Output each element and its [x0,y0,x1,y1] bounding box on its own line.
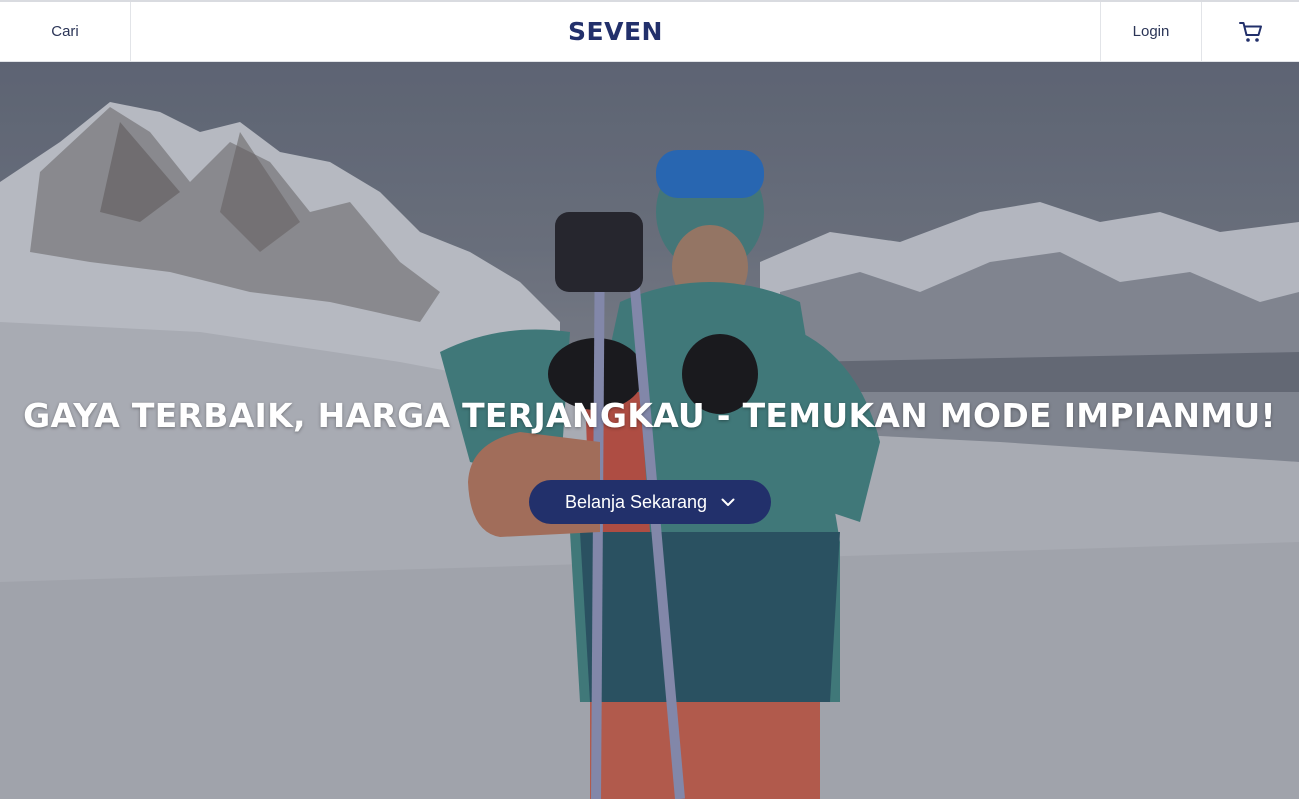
search-button[interactable]: Cari [0,2,131,61]
shop-now-label: Belanja Sekarang [564,491,708,512]
shop-now-button[interactable]: Belanja Sekarang [529,480,771,524]
hero-title: GAYA TERBAIK, HARGA TERJANGKAU - TEMUKAN… [23,396,1276,435]
hero-banner: GAYA TERBAIK, HARGA TERJANGKAU - TEMUKAN… [0,62,1299,799]
search-label: Cari [51,23,79,40]
site-header: Cari SEVEN Login [0,0,1299,62]
cart-icon [1238,21,1262,42]
brand-logo[interactable]: SEVEN [568,17,663,46]
login-label: Login [1132,23,1170,40]
chevron-down-icon [721,498,735,507]
login-button[interactable]: Login [1100,2,1201,61]
cart-button[interactable] [1201,2,1299,61]
logo-container: SEVEN [131,2,1100,61]
